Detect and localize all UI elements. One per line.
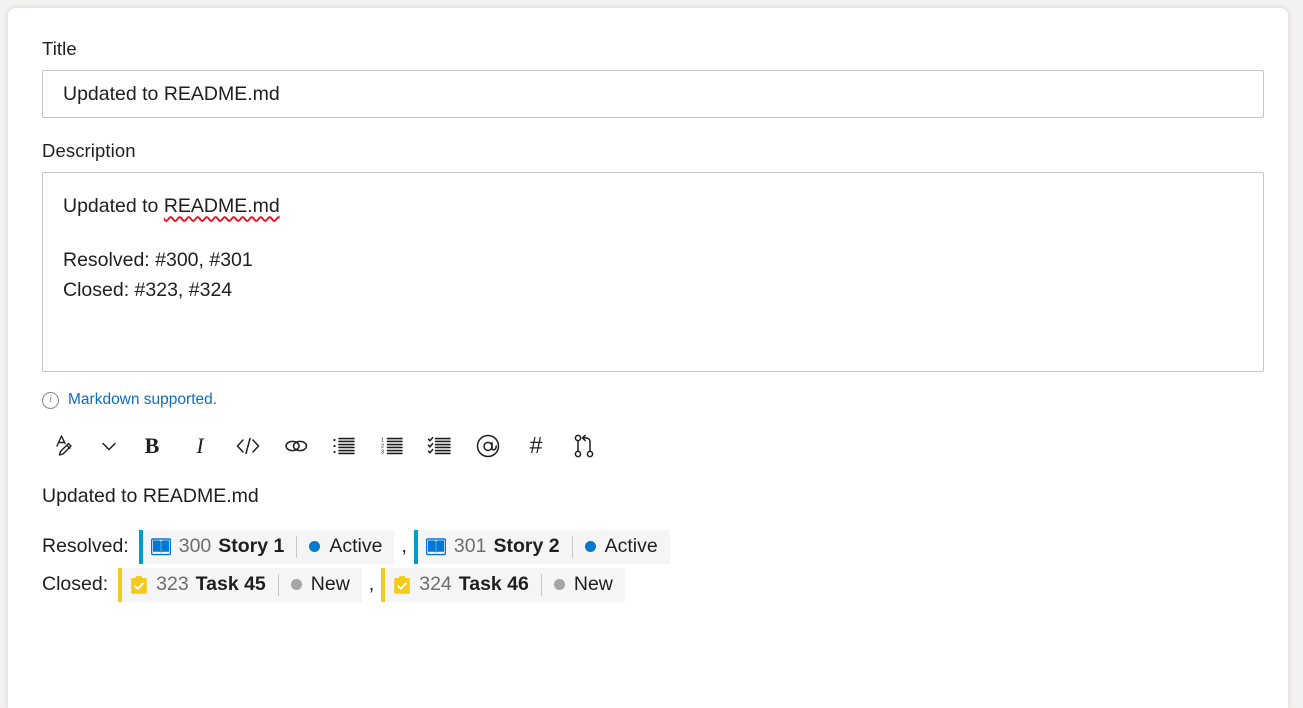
work-item-title: Task 45 (195, 573, 266, 596)
markdown-supported-note: i Markdown supported. (42, 390, 1264, 410)
description-line-3: Closed: #323, #324 (63, 278, 233, 301)
preview-row-resolved: Resolved: 300 Story 1 Active , 301 Story… (42, 529, 1264, 564)
checklist-icon[interactable] (416, 426, 464, 466)
svg-text:B: B (145, 433, 160, 458)
description-misspelled-word: README.md (163, 195, 280, 218)
description-line-2: Resolved: #300, #301 (63, 248, 253, 271)
markdown-preview: Updated to README.md Resolved: 300 Story… (42, 484, 1264, 602)
title-input[interactable] (42, 70, 1264, 119)
work-item-chip-324[interactable]: 324 Task 46 New (381, 567, 625, 602)
preview-paragraph: Updated to README.md (42, 485, 259, 508)
work-item-state: New (290, 573, 350, 596)
task-clipboard-check-icon (393, 575, 411, 595)
title-field-label: Title (42, 38, 77, 59)
work-item-state: Active (309, 535, 382, 558)
work-item-chip-300[interactable]: 300 Story 1 Active (138, 529, 395, 564)
chip-separator: , (368, 573, 375, 596)
work-item-state: New (553, 573, 613, 596)
preview-row-closed: Closed: 323 Task 45 New , 324 Task 46 Ne… (42, 567, 1264, 602)
bulleted-list-icon[interactable] (320, 426, 368, 466)
svg-text:I: I (195, 433, 205, 458)
font-style-icon[interactable] (42, 426, 90, 466)
state-dot-icon (309, 541, 321, 553)
hashtag-icon[interactable]: # (512, 426, 560, 466)
chip-separator: , (401, 535, 407, 558)
work-item-id: 324 (419, 573, 452, 596)
bold-icon[interactable]: B (128, 426, 176, 466)
story-book-icon (150, 538, 171, 556)
work-item-chip-301[interactable]: 301 Story 2 Active (413, 529, 670, 564)
story-book-icon (425, 538, 446, 556)
link-icon[interactable] (272, 426, 320, 466)
chip-divider (571, 535, 573, 558)
numbered-list-icon[interactable]: 1 2 3 (368, 426, 416, 466)
state-label: New (573, 573, 613, 596)
work-item-id: 301 (453, 535, 487, 558)
form-content: Title Description Updated to README.md R… (42, 38, 1264, 602)
italic-icon[interactable]: I (176, 426, 224, 466)
markdown-supported-label[interactable]: Markdown supported. (68, 391, 217, 409)
markdown-toolbar: B I 1 2 3 # (42, 424, 1264, 468)
state-label: New (310, 573, 350, 596)
chip-divider (277, 573, 279, 596)
mention-icon[interactable] (464, 426, 512, 466)
description-line-1: Updated to README.md (63, 191, 1243, 221)
work-item-form-panel: Title Description Updated to README.md R… (8, 8, 1288, 708)
work-item-state: Active (584, 535, 658, 558)
info-icon: i (42, 391, 59, 409)
state-label: Active (604, 535, 658, 558)
pull-request-icon[interactable] (560, 426, 608, 466)
description-field-label: Description (42, 140, 136, 162)
chip-divider (540, 573, 542, 596)
work-item-title: Story 2 (493, 535, 560, 558)
svg-text:#: # (530, 433, 543, 458)
code-icon[interactable] (224, 426, 272, 466)
chevron-down-icon[interactable] (90, 426, 128, 466)
row-label-closed: Closed: (42, 573, 109, 596)
state-dot-icon (584, 541, 596, 553)
svg-text:3: 3 (381, 450, 384, 456)
state-dot-icon (553, 579, 565, 591)
work-item-title: Story 1 (218, 535, 285, 558)
state-dot-icon (290, 579, 302, 591)
description-line-1-prefix: Updated to (63, 195, 164, 218)
state-label: Active (329, 535, 383, 558)
description-editor[interactable]: Updated to README.md Resolved: #300, #30… (42, 172, 1264, 373)
work-item-id: 300 (178, 535, 212, 558)
work-item-chip-323[interactable]: 323 Task 45 New (118, 567, 362, 602)
chip-divider (296, 535, 298, 558)
work-item-title: Task 46 (458, 573, 529, 596)
task-clipboard-check-icon (130, 575, 148, 595)
row-label-resolved: Resolved: (42, 535, 129, 558)
description-blank-line (63, 222, 1243, 245)
work-item-id: 323 (156, 573, 189, 596)
